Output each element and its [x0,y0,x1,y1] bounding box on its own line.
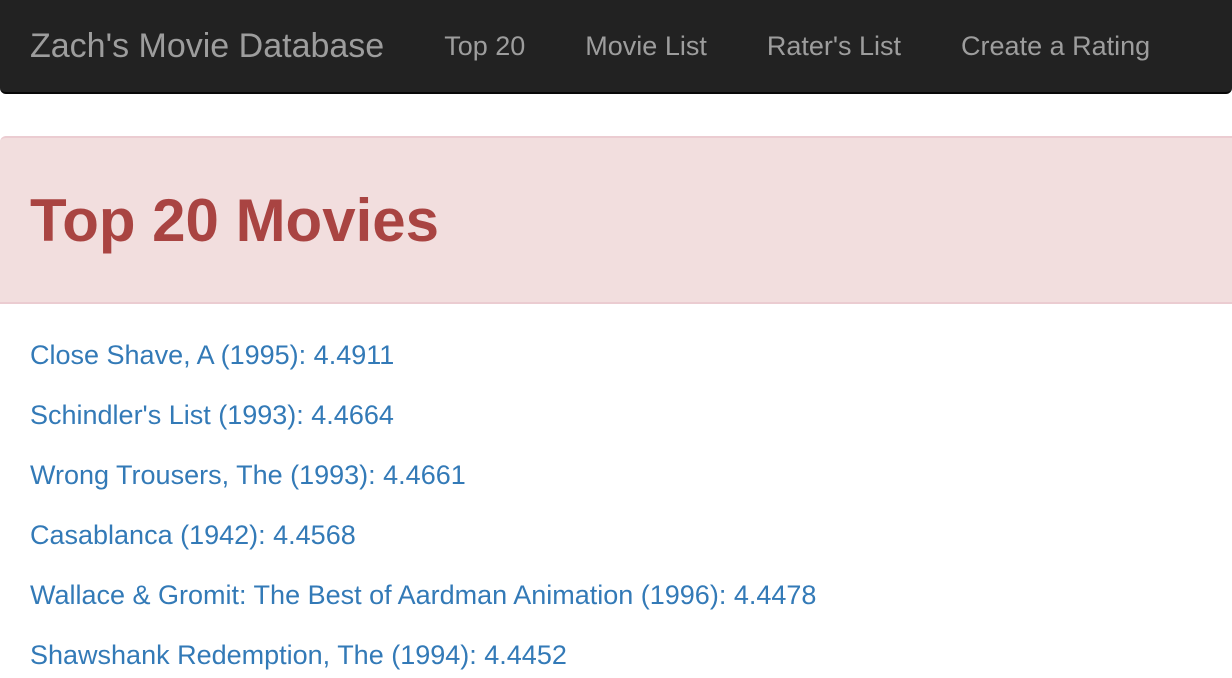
nav-create-rating[interactable]: Create a Rating [931,31,1180,62]
page-title: Top 20 Movies [30,186,439,254]
brand-link[interactable]: Zach's Movie Database [30,27,384,66]
movie-link[interactable]: Schindler's List (1993): 4.4664 [30,398,1202,458]
movie-link[interactable]: Shawshank Redemption, The (1994): 4.4452 [30,638,1202,678]
movie-link[interactable]: Wallace & Gromit: The Best of Aardman An… [30,578,1202,638]
nav-movie-list[interactable]: Movie List [555,31,737,62]
movie-link[interactable]: Casablanca (1942): 4.4568 [30,518,1202,578]
page-header: Top 20 Movies [0,136,1232,304]
movie-link[interactable]: Wrong Trousers, The (1993): 4.4661 [30,458,1202,518]
nav-top-20[interactable]: Top 20 [414,31,555,62]
movie-link[interactable]: Close Shave, A (1995): 4.4911 [30,338,1202,398]
nav-raters-list[interactable]: Rater's List [737,31,931,62]
movie-list: Close Shave, A (1995): 4.4911 Schindler'… [0,338,1232,678]
navbar: Zach's Movie Database Top 20 Movie List … [0,0,1232,94]
